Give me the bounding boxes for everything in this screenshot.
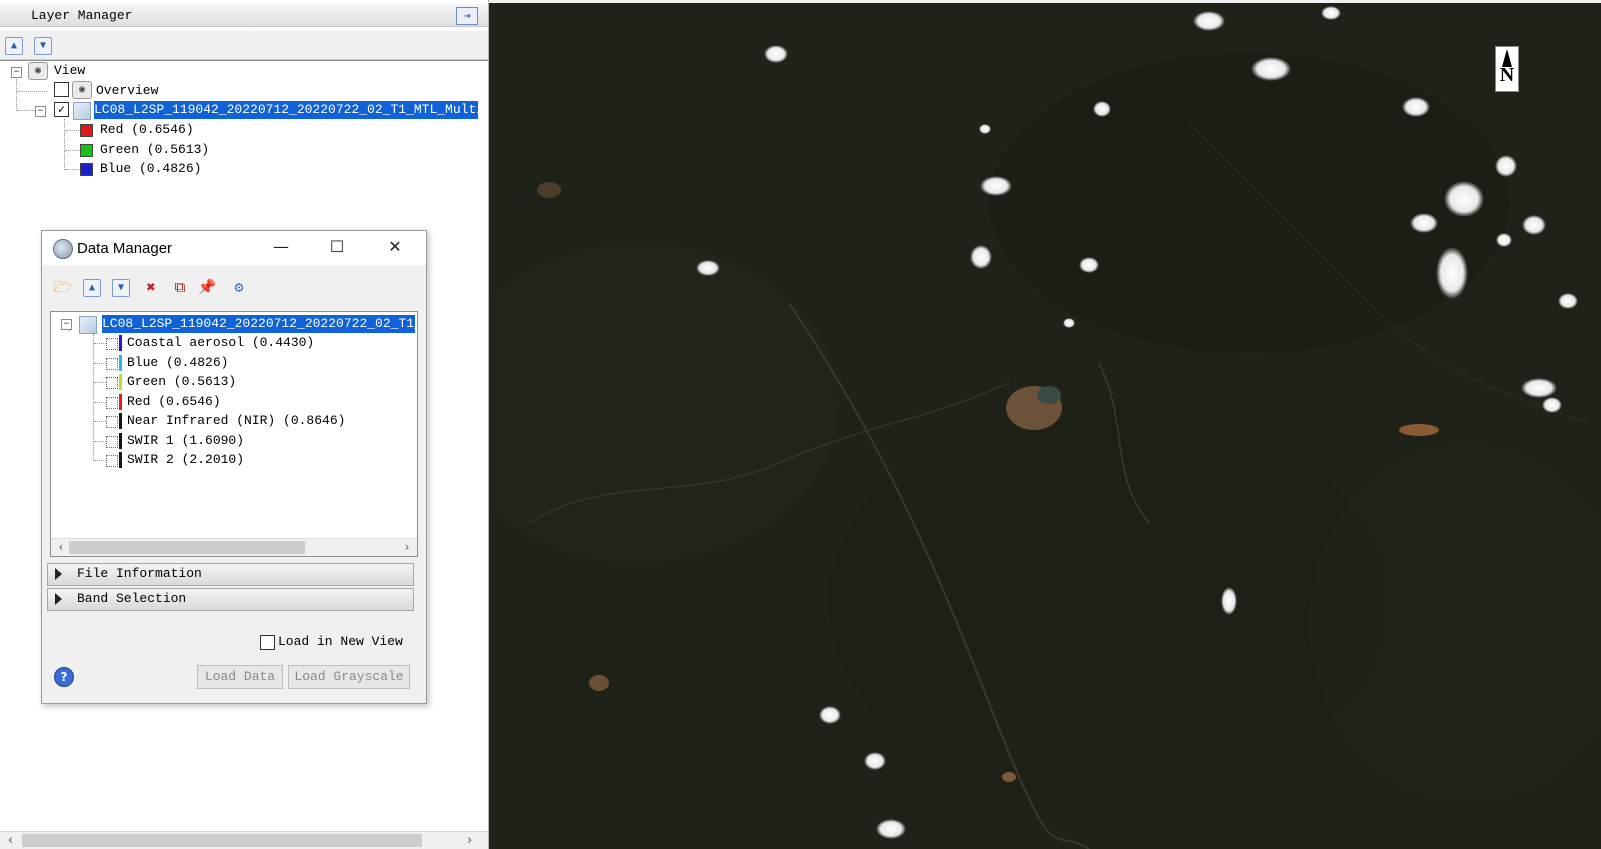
dm-band-green[interactable]: Green (0.5613) (127, 373, 236, 391)
minimize-button[interactable]: — (258, 231, 304, 265)
layer-manager-title: Layer Manager (31, 8, 133, 23)
move-layer-up-button[interactable]: ▲ (5, 37, 23, 55)
band-color-icon (119, 374, 122, 390)
band-color-icon (119, 413, 122, 429)
data-manager-toolbar: 🗁 ▲ ▼ ✖ ⧉ 📌 ⚙ (42, 271, 426, 303)
green-band-color-icon (80, 144, 93, 157)
scroll-left-icon[interactable]: ‹ (53, 539, 69, 556)
options-icon[interactable]: ⚙ (229, 277, 249, 297)
band-checkbox[interactable] (106, 436, 118, 448)
dm-band-red[interactable]: Red (0.6546) (127, 393, 221, 411)
view-eye-icon: ◉ (28, 62, 48, 80)
tree-node-view[interactable]: View (54, 62, 85, 80)
tree-node-band-blue[interactable]: Blue (0.4826) (100, 160, 201, 178)
north-label: N (1499, 64, 1515, 86)
collapse-view-icon[interactable]: − (11, 67, 22, 78)
load-in-new-view-label: Load in New View (278, 634, 403, 649)
layer-manager-titlebar: Layer Manager ⇥ (0, 4, 488, 27)
data-manager-file-tree: − LC08_L2SP_119042_20220712_20220722_02_… (50, 311, 418, 557)
data-manager-title: Data Manager (77, 240, 173, 257)
layer-tree-hscrollbar[interactable]: ‹ › (0, 831, 488, 849)
band-checkbox[interactable] (106, 397, 118, 409)
data-manager-window: Data Manager — ☐ ✕ 🗁 ▲ ▼ ✖ ⧉ 📌 ⚙ − LC08_… (41, 230, 427, 704)
remove-icon[interactable]: ✖ (141, 277, 161, 297)
checkbox-box[interactable] (260, 635, 275, 650)
scroll-right-icon[interactable]: › (461, 832, 478, 849)
scroll-thumb[interactable] (69, 541, 305, 554)
band-checkbox[interactable] (106, 416, 118, 428)
band-checkbox[interactable] (106, 338, 118, 350)
band-color-icon (119, 335, 122, 351)
scroll-right-icon[interactable]: › (399, 539, 415, 556)
collapse-layer-icon[interactable]: − (35, 106, 46, 117)
file-tree-hscrollbar[interactable]: ‹ › (51, 538, 417, 556)
help-icon[interactable]: ? (54, 667, 74, 687)
tree-node-overview[interactable]: Overview (96, 82, 158, 100)
dm-band-swir1[interactable]: SWIR 1 (1.6090) (127, 432, 244, 450)
close-all-icon[interactable]: ⧉ (170, 277, 190, 297)
section-label: File Information (77, 566, 202, 581)
layer-manager-toolbar: ▲ ▼ (0, 31, 488, 60)
move-layer-down-button[interactable]: ▼ (34, 37, 52, 55)
section-label: Band Selection (77, 591, 187, 606)
close-button[interactable]: ✕ (372, 231, 418, 265)
pin-icon[interactable]: 📌 (197, 277, 217, 297)
maximize-button[interactable]: ☐ (314, 231, 360, 265)
overview-eye-icon: ◉ (72, 81, 92, 99)
scroll-left-icon[interactable]: ‹ (2, 832, 19, 849)
dm-band-swir2[interactable]: SWIR 2 (2.2010) (127, 451, 244, 469)
red-band-color-icon (80, 124, 93, 137)
tree-node-layer[interactable]: LC08_L2SP_119042_20220712_20220722_02_T1… (94, 101, 478, 119)
band-checkbox[interactable] (106, 358, 118, 370)
data-manager-titlebar[interactable]: Data Manager — ☐ ✕ (42, 231, 426, 265)
map-view[interactable]: N (489, 3, 1601, 849)
move-up-icon[interactable]: ▲ (83, 279, 101, 297)
dm-band-coastal[interactable]: Coastal aerosol (0.4430) (127, 334, 314, 352)
band-color-icon (119, 355, 122, 371)
satellite-image (489, 3, 1601, 849)
tree-node-band-red[interactable]: Red (0.6546) (100, 121, 194, 139)
raster-file-icon (79, 316, 97, 334)
band-color-icon (119, 433, 122, 449)
dm-band-nir[interactable]: Near Infrared (NIR) (0.8646) (127, 412, 345, 430)
load-grayscale-button[interactable]: Load Grayscale (288, 665, 410, 689)
expand-arrow-icon (55, 568, 62, 580)
dock-toggle-icon[interactable]: ⇥ (456, 7, 478, 25)
overview-checkbox[interactable] (54, 82, 69, 97)
north-arrow-icon: N (1495, 46, 1519, 92)
band-color-icon (119, 452, 122, 468)
file-information-section[interactable]: File Information (47, 563, 414, 586)
band-selection-section[interactable]: Band Selection (47, 588, 414, 611)
dm-file-node[interactable]: LC08_L2SP_119042_20220712_20220722_02_T1… (102, 315, 415, 333)
blue-band-color-icon (80, 163, 93, 176)
expand-arrow-icon (55, 593, 62, 605)
data-manager-app-icon (53, 239, 73, 259)
raster-layer-icon (73, 102, 91, 120)
scroll-thumb[interactable] (22, 834, 422, 847)
tree-node-band-green[interactable]: Green (0.5613) (100, 141, 209, 159)
dm-band-blue[interactable]: Blue (0.4826) (127, 354, 228, 372)
open-file-icon[interactable]: 🗁 (53, 277, 73, 297)
collapse-file-icon[interactable]: − (61, 319, 72, 330)
layer-checkbox[interactable]: ✓ (54, 102, 69, 117)
load-data-button[interactable]: Load Data (197, 665, 283, 689)
band-checkbox[interactable] (106, 377, 118, 389)
band-checkbox[interactable] (106, 455, 118, 467)
band-color-icon (119, 394, 122, 410)
move-down-icon[interactable]: ▼ (112, 279, 130, 297)
